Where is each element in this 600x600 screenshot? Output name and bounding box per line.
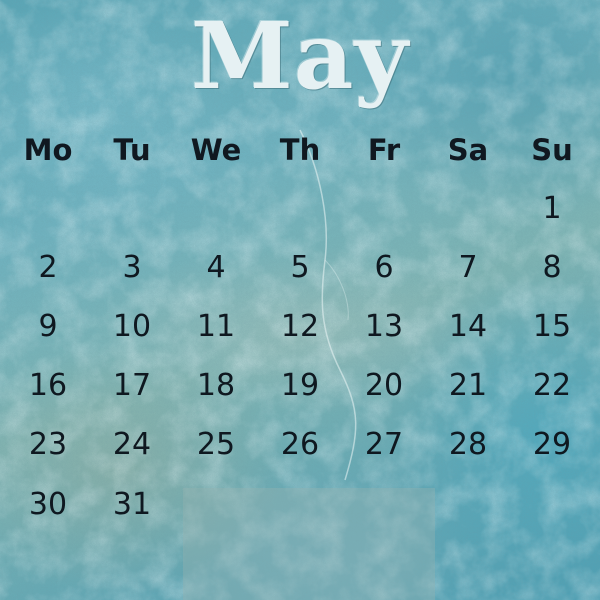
day-cell[interactable]: 4	[174, 244, 258, 292]
weekday-header: Su	[531, 133, 573, 167]
day-cell[interactable]: 18	[174, 362, 258, 410]
weekday-header: Fr	[367, 133, 401, 167]
day-cell[interactable]: 1	[510, 185, 594, 233]
day-cell[interactable]: 14	[426, 303, 510, 351]
day-cell[interactable]: 16	[6, 362, 90, 410]
weekday-header: Th	[279, 133, 321, 167]
day-cell[interactable]: 26	[258, 421, 342, 469]
month-title: May	[191, 2, 409, 110]
weekday-header: Mo	[23, 133, 73, 167]
day-cell[interactable]: 11	[174, 303, 258, 351]
day-cell[interactable]: 24	[90, 421, 174, 469]
day-cell[interactable]: 7	[426, 244, 510, 292]
day-cell[interactable]: 10	[90, 303, 174, 351]
day-cell[interactable]: 25	[174, 421, 258, 469]
day-cell[interactable]: 29	[510, 421, 594, 469]
calendar-page: May Mo Tu We Th Fr Sa Su 1 2 3 4 5 6 7 8 9 10 11 12 13 14 15…	[0, 0, 600, 600]
day-cell[interactable]: 19	[258, 362, 342, 410]
weekday-header: Sa	[447, 133, 489, 167]
day-cell[interactable]: 13	[342, 303, 426, 351]
day-cell[interactable]: 17	[90, 362, 174, 410]
pale-background-panel	[183, 488, 435, 600]
weekday-header: Tu	[113, 133, 151, 167]
day-cell[interactable]: 2	[6, 244, 90, 292]
day-cell[interactable]: 21	[426, 362, 510, 410]
day-cell[interactable]: 28	[426, 421, 510, 469]
day-cell[interactable]: 5	[258, 244, 342, 292]
day-cell[interactable]: 12	[258, 303, 342, 351]
day-cell[interactable]: 20	[342, 362, 426, 410]
weekday-header: We	[190, 133, 242, 167]
day-cell[interactable]: 31	[90, 481, 174, 529]
day-cell[interactable]: 6	[342, 244, 426, 292]
day-cell[interactable]: 9	[6, 303, 90, 351]
day-cell[interactable]: 30	[6, 481, 90, 529]
day-cell[interactable]: 23	[6, 421, 90, 469]
day-cell[interactable]: 22	[510, 362, 594, 410]
day-cell[interactable]: 27	[342, 421, 426, 469]
day-cell[interactable]: 8	[510, 244, 594, 292]
day-cell[interactable]: 15	[510, 303, 594, 351]
day-cell[interactable]: 3	[90, 244, 174, 292]
